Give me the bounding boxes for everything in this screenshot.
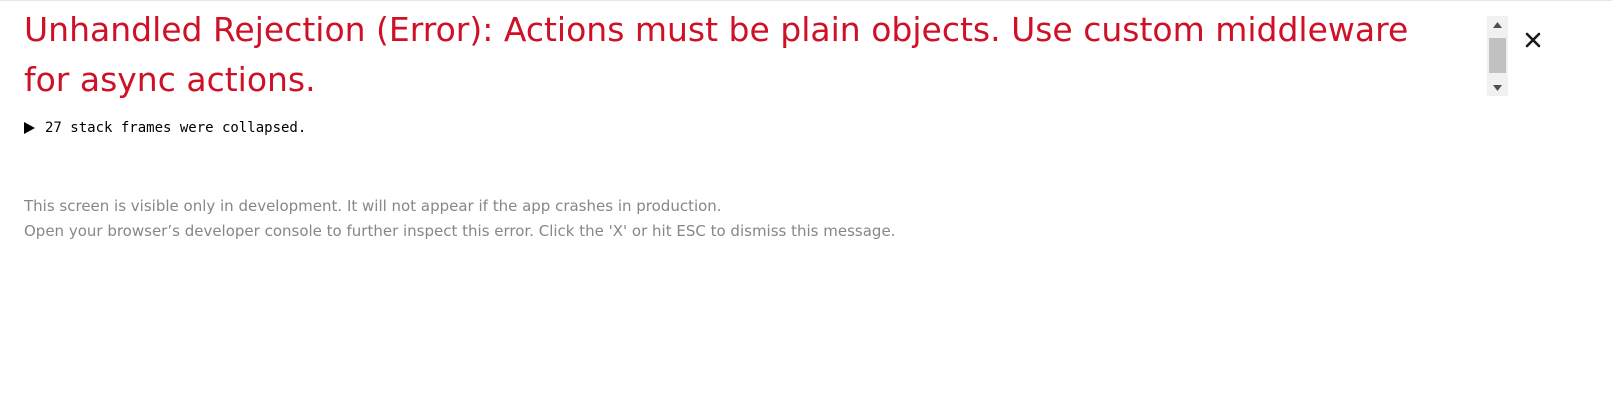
close-icon (1525, 32, 1541, 48)
footer-line-dev-only: This screen is visible only in developme… (24, 197, 722, 215)
dev-footer-message: This screen is visible only in developme… (24, 194, 895, 243)
scroll-down-arrow-icon (1493, 84, 1502, 91)
error-header-scroll-area[interactable]: Unhandled Rejection (Error): Actions mus… (0, 1, 1560, 101)
header-scrollbar[interactable] (1487, 16, 1508, 96)
scroll-up-arrow-icon (1493, 21, 1502, 28)
scroll-down-button[interactable] (1487, 79, 1508, 96)
collapsed-stack-frames-label: 27 stack frames were collapsed. (45, 120, 307, 136)
error-overlay: Unhandled Rejection (Error): Actions mus… (0, 0, 1612, 403)
scrollbar-thumb[interactable] (1489, 38, 1506, 73)
footer-line-console-hint: Open your browser’s developer console to… (24, 221, 896, 240)
error-title: Unhandled Rejection (Error): Actions mus… (24, 10, 1409, 99)
triangle-right-icon (24, 122, 35, 134)
scroll-up-button[interactable] (1487, 16, 1508, 33)
collapsed-stack-frames-toggle[interactable]: 27 stack frames were collapsed. (24, 118, 306, 138)
close-button[interactable] (1518, 25, 1548, 55)
